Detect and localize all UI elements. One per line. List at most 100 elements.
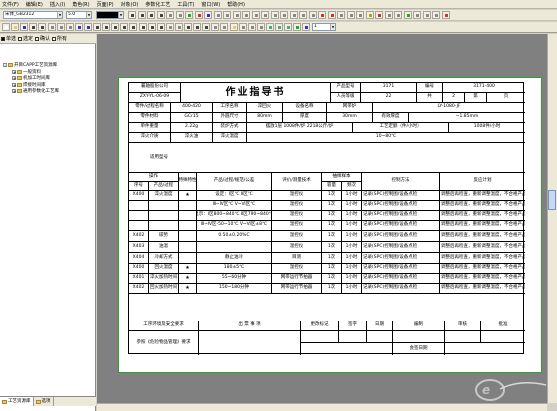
hatch-icon[interactable]: [147, 23, 156, 31]
green-icon[interactable]: [293, 23, 302, 31]
delete-icon[interactable]: [375, 11, 383, 19]
option-2[interactable]: 确认: [35, 35, 50, 42]
menu-item[interactable]: 插入(I): [50, 1, 65, 8]
tree-node[interactable]: + 一般资料: [12, 69, 41, 75]
tree-node[interactable]: + 焊接时间库: [12, 82, 46, 88]
layer-icon[interactable]: [229, 23, 238, 31]
redo-icon[interactable]: [394, 11, 402, 19]
zoom-combo[interactable]: 1 ▼: [312, 23, 336, 31]
cell-icon[interactable]: [275, 23, 283, 31]
zoom-icon[interactable]: [413, 11, 421, 19]
copy-icon[interactable]: [346, 11, 355, 19]
column-icon[interactable]: [261, 11, 269, 19]
arc-icon[interactable]: [129, 23, 138, 31]
lock-icon[interactable]: [365, 11, 374, 19]
open-icon[interactable]: [11, 23, 20, 31]
new-icon[interactable]: [2, 23, 10, 31]
expander-icon[interactable]: +: [12, 69, 16, 74]
merge-icon[interactable]: [284, 23, 293, 31]
copy-icon[interactable]: [56, 23, 65, 31]
rect-icon[interactable]: [280, 11, 288, 19]
expander-icon[interactable]: +: [12, 89, 16, 94]
menu-item[interactable]: 帮助(H): [227, 1, 245, 8]
redo-icon[interactable]: [83, 23, 92, 31]
grid-icon[interactable]: [238, 23, 247, 31]
check-icon[interactable]: [403, 11, 412, 19]
sigma-icon[interactable]: [318, 11, 326, 19]
pen-icon[interactable]: [111, 23, 120, 31]
save-icon[interactable]: [20, 23, 29, 31]
row-icon[interactable]: [251, 11, 260, 19]
text-icon[interactable]: [299, 11, 307, 19]
add-icon[interactable]: [441, 11, 450, 19]
tree-node[interactable]: - 开目CAPP工艺资源库: [3, 62, 57, 68]
menu-item[interactable]: 工具(T): [177, 1, 194, 8]
grid-icon[interactable]: [204, 11, 212, 19]
checkbox[interactable]: [18, 36, 23, 41]
table-icon[interactable]: [265, 23, 274, 31]
help-icon[interactable]: [432, 11, 440, 19]
expander-icon[interactable]: +: [12, 82, 16, 87]
undo-icon[interactable]: [74, 23, 83, 31]
panel-tab[interactable]: 工艺资源库: [0, 397, 34, 406]
ortho-icon[interactable]: [256, 23, 265, 31]
checkbox[interactable]: [35, 36, 40, 41]
underline-icon[interactable]: [147, 11, 155, 19]
table-icon[interactable]: [194, 11, 203, 19]
merge-icon[interactable]: [232, 11, 241, 19]
expander-icon[interactable]: -: [3, 63, 7, 68]
checkbox[interactable]: [1, 36, 5, 41]
zoom-out-icon[interactable]: [193, 23, 202, 31]
color-combo[interactable]: ▼: [96, 11, 124, 19]
symbol-icon[interactable]: [174, 23, 183, 31]
scroll-thumb[interactable]: [548, 190, 556, 210]
pan-icon[interactable]: [211, 23, 220, 31]
cut-icon[interactable]: [47, 23, 56, 31]
dimension-icon[interactable]: [165, 23, 174, 31]
option-1[interactable]: 选定: [18, 35, 33, 42]
fill-icon[interactable]: [308, 11, 317, 19]
line-icon[interactable]: [270, 11, 279, 19]
symbol-icon[interactable]: [327, 11, 336, 19]
paste-icon[interactable]: [65, 23, 74, 31]
option-0[interactable]: 单选: [1, 35, 16, 42]
menu-item[interactable]: 角色(R): [72, 1, 89, 8]
print-icon[interactable]: [29, 23, 38, 31]
circle-icon[interactable]: [289, 11, 298, 19]
paste-icon[interactable]: [356, 11, 364, 19]
find-icon[interactable]: [93, 23, 101, 31]
text-icon[interactable]: [156, 23, 165, 31]
line-icon[interactable]: [120, 23, 129, 31]
menu-item[interactable]: 窗口(W): [201, 1, 220, 8]
zoom-in-icon[interactable]: [184, 23, 192, 31]
menu-item[interactable]: 编辑(E): [26, 1, 43, 8]
refresh-icon[interactable]: [220, 23, 229, 31]
italic-icon[interactable]: [137, 11, 146, 19]
cell-icon[interactable]: [223, 11, 231, 19]
tree-node[interactable]: + 机加工时间库: [12, 75, 50, 81]
align-center-icon[interactable]: [175, 11, 184, 19]
menu-item[interactable]: 文件(F): [2, 1, 19, 8]
checkbox[interactable]: [52, 36, 57, 41]
border-icon[interactable]: [213, 11, 222, 19]
tree-node[interactable]: + 通用参数化工艺库: [12, 88, 59, 94]
strike-icon[interactable]: [156, 11, 165, 19]
snap-icon[interactable]: [247, 23, 256, 31]
select-icon[interactable]: [102, 23, 111, 31]
expander-icon[interactable]: +: [12, 76, 16, 81]
size-combo[interactable]: 5.0 ▼: [66, 11, 92, 19]
rect-icon[interactable]: [138, 23, 147, 31]
blue-icon[interactable]: [302, 23, 311, 31]
align-left-icon[interactable]: [166, 11, 174, 19]
menu-item[interactable]: 对象(O): [121, 1, 139, 8]
panel-tab[interactable]: 选项: [34, 397, 54, 406]
zoom-fit-icon[interactable]: [202, 23, 211, 31]
option-3[interactable]: 所有: [52, 35, 67, 42]
font-combo[interactable]: 宋体_GB2312 ▼: [3, 11, 63, 19]
vertical-scrollbar[interactable]: [547, 34, 557, 403]
undo-icon[interactable]: [384, 11, 393, 19]
preview-icon[interactable]: [38, 23, 47, 31]
split-icon[interactable]: [242, 11, 250, 19]
align-right-icon[interactable]: [185, 11, 193, 19]
menu-item[interactable]: 参数化工艺: [145, 1, 170, 8]
